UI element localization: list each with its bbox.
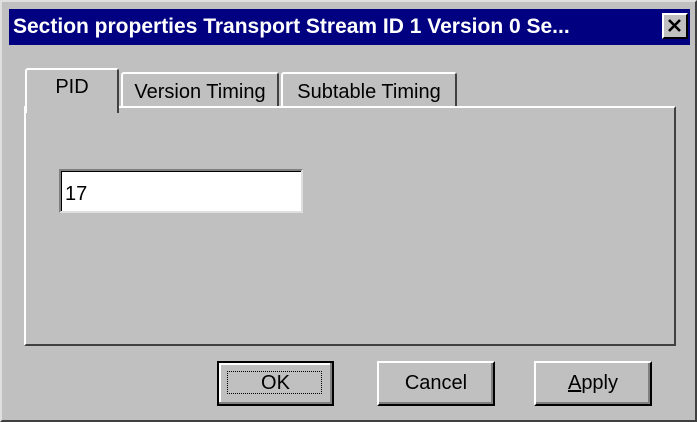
cancel-button[interactable]: Cancel	[377, 361, 495, 406]
pid-input[interactable]	[59, 169, 303, 213]
tab-pid[interactable]: PID	[25, 68, 119, 113]
cancel-button-label: Cancel	[404, 372, 468, 394]
close-button[interactable]	[662, 13, 688, 39]
tab-label: Version Timing	[134, 81, 266, 103]
title-bar[interactable]: Section properties Transport Stream ID 1…	[9, 9, 690, 45]
apply-button[interactable]: Apply	[534, 361, 652, 406]
tab-label: Subtable Timing	[297, 81, 441, 103]
window-title: Section properties Transport Stream ID 1…	[13, 15, 570, 38]
ok-button[interactable]: OK	[217, 361, 334, 406]
tab-label: PID	[55, 76, 89, 98]
tab-panel-pid	[24, 106, 676, 346]
ok-button-label: OK	[261, 372, 290, 394]
apply-mnemonic: A	[567, 372, 582, 394]
close-icon	[668, 19, 681, 32]
dialog-window: Section properties Transport Stream ID 1…	[0, 0, 697, 422]
apply-button-label: pply	[581, 372, 619, 394]
tab-subtable-timing[interactable]: Subtable Timing	[281, 72, 457, 108]
tab-version-timing[interactable]: Version Timing	[121, 72, 279, 108]
